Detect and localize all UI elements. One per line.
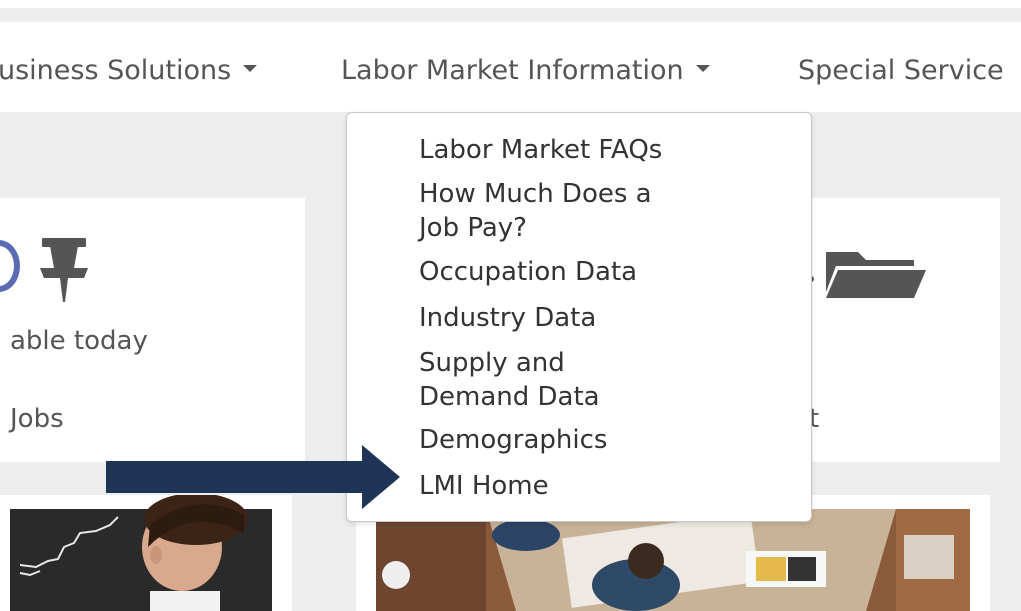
annotation-arrow-icon — [106, 445, 400, 509]
main-navbar: usiness Solutions Labor Market Informati… — [0, 22, 1021, 112]
lmi-dropdown-menu: Labor Market FAQs How Much Does a Job Pa… — [346, 112, 812, 522]
nav-business-solutions-label: usiness Solutions — [0, 55, 232, 86]
pushpin-icon — [40, 238, 88, 302]
photo-thinking-man — [0, 495, 292, 611]
folder-open-icon — [826, 252, 926, 298]
top-strip — [0, 0, 1021, 8]
menu-item-supply-and-demand-data[interactable]: Supply and Demand Data — [419, 346, 600, 414]
menu-item-demographics[interactable]: Demographics — [419, 423, 607, 457]
menu-item-lmi-home[interactable]: LMI Home — [419, 469, 549, 503]
caret-down-icon — [243, 65, 258, 72]
menu-item-occupation-data[interactable]: Occupation Data — [419, 255, 637, 289]
nav-special-services-label: Special Service — [798, 55, 1004, 86]
card-jobs[interactable]: able today Jobs — [0, 198, 305, 462]
caret-down-icon — [695, 65, 710, 72]
nav-business-solutions[interactable]: usiness Solutions — [0, 55, 258, 86]
card-jobs-subtext: able today — [10, 326, 148, 356]
menu-item-how-much-does-a-job-pay[interactable]: How Much Does a Job Pay? — [419, 177, 652, 245]
card-right[interactable]: t — [808, 198, 1000, 462]
top-bar — [0, 8, 1021, 22]
menu-item-industry-data[interactable]: Industry Data — [419, 301, 596, 335]
nav-labor-market-information-label: Labor Market Information — [341, 55, 684, 86]
nav-labor-market-information[interactable]: Labor Market Information — [341, 55, 710, 86]
nav-special-services[interactable]: Special Service — [798, 55, 1004, 86]
circle-icon — [0, 240, 20, 292]
menu-item-labor-market-faqs[interactable]: Labor Market FAQs — [419, 133, 662, 167]
chalkboard-man-image — [0, 495, 292, 611]
card-jobs-title: Jobs — [10, 404, 64, 434]
